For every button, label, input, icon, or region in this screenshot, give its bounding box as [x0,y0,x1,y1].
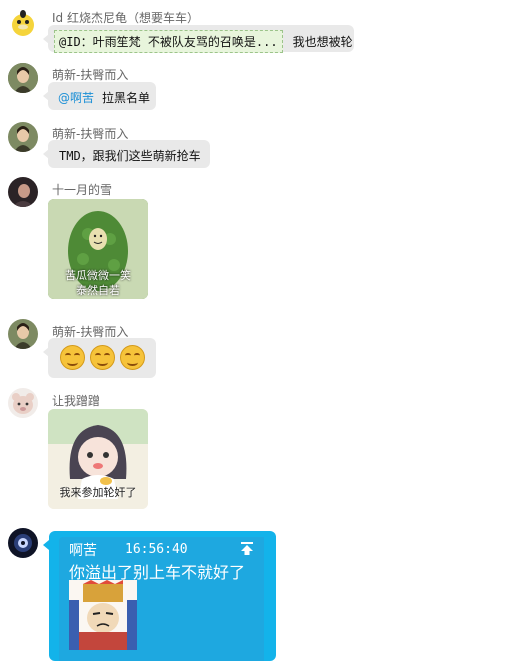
mention-link[interactable]: @啊苦 [58,91,94,105]
avatar[interactable] [8,177,38,207]
grin-face-icon [90,345,115,370]
avatar[interactable] [8,528,38,558]
sticker-image[interactable]: 苦瓜微微一笑 泰然自若 [48,199,148,299]
avatar[interactable] [8,8,38,38]
sticker-caption: 我来参加轮奸了 [59,486,137,499]
sticker-caption: 泰然自若 [76,284,120,297]
quoted-reply[interactable]: @ID：叶雨笙梵 不被队友骂的召唤是... [54,30,283,53]
sticker-caption: 苦瓜微微一笑 [65,269,131,282]
avatar[interactable] [8,319,38,349]
sticker-image[interactable] [69,580,137,650]
grin-face-icon [60,345,85,370]
message-bubble: TMD，跟我们这些萌新抢车 [43,140,210,168]
message-text: TMD，跟我们这些萌新抢车 [59,149,201,163]
pin-to-top-icon[interactable] [240,540,254,555]
message-bubble: @ID：叶雨笙梵 不被队友骂的召唤是... 我也想被轮 [43,25,354,53]
sticker-image[interactable]: 我来参加轮奸了 [48,409,148,509]
avatar[interactable] [8,122,38,152]
sender-name: Id 红烧杰尼龟（想要车车） [52,11,199,25]
highlighted-message: 啊苦 16:56:40 你溢出了别上车不就好了 [43,531,276,661]
highlighted-sender: 啊苦 [69,543,97,559]
sender-name: 让我蹭蹭 [52,394,101,408]
message-bubble: @啊苦 拉黑名单 [43,82,156,110]
message-text: 我也想被轮 [292,35,353,49]
message-text: 拉黑名单 [102,91,151,105]
sender-name: 十一月的雪 [52,183,113,197]
avatar[interactable] [8,388,38,418]
message-bubble [43,338,156,378]
grin-face-icon [120,345,145,370]
message-timestamp: 16:56:40 [125,542,188,557]
avatar[interactable] [8,63,38,93]
sender-name: 萌新-扶臀而入 [52,68,129,82]
